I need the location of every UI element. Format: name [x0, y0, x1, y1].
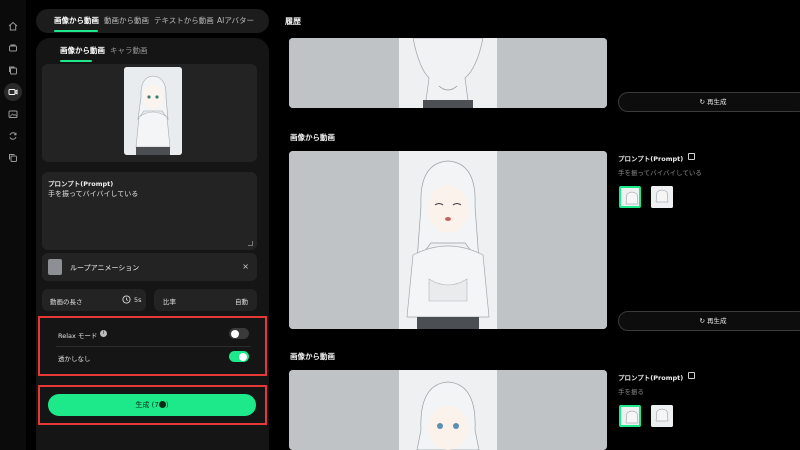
history-video-1[interactable]	[289, 38, 607, 108]
subtab-indicator	[60, 60, 92, 62]
history-video-2[interactable]	[289, 151, 607, 329]
history-title: 履歴	[285, 17, 301, 26]
ratio-value: 自動	[235, 298, 248, 306]
home-icon[interactable]	[7, 20, 19, 32]
loop-animation-label: ループアニメーション	[70, 264, 140, 272]
refresh-icon: ↻	[699, 98, 707, 106]
generate-label-suffix: )	[165, 401, 169, 409]
image-icon[interactable]	[7, 108, 19, 120]
subtab-character-video[interactable]: キャラ動画	[110, 45, 148, 56]
loop-thumbnail	[48, 259, 62, 275]
history-video-3[interactable]	[289, 370, 607, 450]
clock-icon	[122, 295, 131, 304]
sync-icon[interactable]	[7, 130, 19, 142]
regenerate-button-1[interactable]: ↻ 再生成	[618, 92, 800, 112]
tab-text-to-video[interactable]: テキストから動画	[154, 9, 214, 33]
prompt-input[interactable]: 手を振ってバイバイしている	[48, 189, 138, 199]
credit-icon	[158, 401, 166, 408]
reference-image-selected[interactable]	[619, 405, 641, 427]
reference-image[interactable]	[651, 405, 673, 427]
uploaded-image-thumbnail[interactable]	[124, 67, 182, 155]
duration-value: 5s	[134, 296, 142, 304]
close-icon[interactable]: ×	[242, 262, 249, 271]
video-icon[interactable]	[4, 83, 22, 101]
layers-icon[interactable]	[7, 64, 19, 76]
duration-selector[interactable]: 動画の長さ 5s	[42, 289, 146, 311]
cube-icon[interactable]	[7, 42, 19, 54]
regenerate-label: 再生成	[707, 317, 727, 325]
sub-tabs: 画像から動画 キャラ動画	[36, 38, 269, 64]
resize-handle-icon[interactable]	[248, 241, 253, 246]
regenerate-button-2[interactable]: ↻ 再生成	[618, 311, 800, 331]
refresh-icon: ↻	[699, 317, 707, 325]
copy-prompt-icon[interactable]	[688, 153, 695, 160]
ratio-selector[interactable]: 比率 自動	[154, 289, 257, 311]
mode-tabs: 画像から動画 動画から動画 テキストから動画 AIアバター	[36, 9, 269, 33]
duration-label: 動画の長さ	[50, 298, 83, 306]
generate-label: 生成 (7	[135, 401, 159, 409]
reference-image[interactable]	[651, 186, 673, 208]
history-prompt-text-3: 手を振る	[618, 388, 644, 396]
copy-icon[interactable]	[7, 152, 19, 164]
history-section-title-3: 画像から動画	[290, 352, 335, 361]
generate-button[interactable]: 生成 (7)	[48, 394, 256, 416]
history-section-title-2: 画像から動画	[290, 133, 335, 142]
copy-prompt-icon[interactable]	[688, 372, 695, 379]
highlight-options-box	[38, 316, 267, 376]
history-prompt-label-3: プロンプト(Prompt)	[618, 374, 684, 382]
image-upload-area[interactable]	[42, 64, 257, 162]
history-prompt-text-2: 手を振ってバイバイしている	[618, 169, 702, 177]
tab-video-to-video[interactable]: 動画から動画	[104, 9, 149, 33]
icon-rail	[0, 0, 26, 450]
tab-ai-avatar[interactable]: AIアバター	[217, 9, 254, 33]
subtab-image-to-video[interactable]: 画像から動画	[60, 45, 105, 56]
ratio-label: 比率	[163, 298, 176, 306]
regenerate-label: 再生成	[707, 98, 727, 106]
active-tab-indicator	[54, 30, 98, 32]
reference-image-selected[interactable]	[619, 186, 641, 208]
prompt-box[interactable]: プロンプト(Prompt) 手を振ってバイバイしている	[42, 172, 257, 250]
loop-animation-row[interactable]: ループアニメーション ×	[42, 253, 257, 281]
history-prompt-label-2: プロンプト(Prompt)	[618, 155, 684, 163]
prompt-label: プロンプト(Prompt)	[48, 180, 114, 188]
